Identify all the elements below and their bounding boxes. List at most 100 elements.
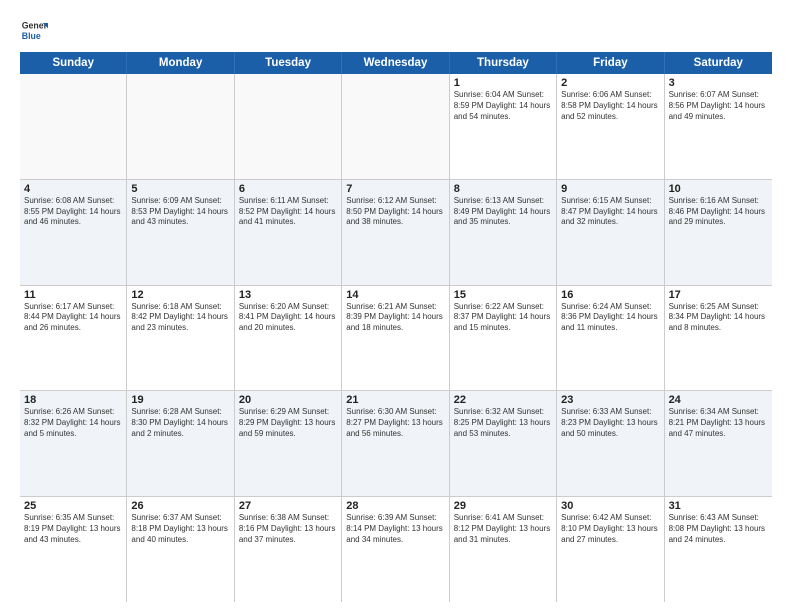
cal-cell: 14Sunrise: 6:21 AM Sunset: 8:39 PM Dayli… (342, 286, 449, 391)
cal-cell: 7Sunrise: 6:12 AM Sunset: 8:50 PM Daylig… (342, 180, 449, 285)
day-info: Sunrise: 6:04 AM Sunset: 8:59 PM Dayligh… (454, 90, 552, 122)
day-info: Sunrise: 6:30 AM Sunset: 8:27 PM Dayligh… (346, 407, 444, 439)
day-number: 25 (24, 500, 122, 512)
cal-cell: 18Sunrise: 6:26 AM Sunset: 8:32 PM Dayli… (20, 391, 127, 496)
day-info: Sunrise: 6:43 AM Sunset: 8:08 PM Dayligh… (669, 513, 768, 545)
cal-week-4: 18Sunrise: 6:26 AM Sunset: 8:32 PM Dayli… (20, 391, 772, 497)
day-info: Sunrise: 6:16 AM Sunset: 8:46 PM Dayligh… (669, 196, 768, 228)
header-day-wednesday: Wednesday (342, 52, 449, 74)
day-number: 28 (346, 500, 444, 512)
cal-cell: 9Sunrise: 6:15 AM Sunset: 8:47 PM Daylig… (557, 180, 664, 285)
day-number: 30 (561, 500, 659, 512)
day-info: Sunrise: 6:06 AM Sunset: 8:58 PM Dayligh… (561, 90, 659, 122)
cal-cell: 17Sunrise: 6:25 AM Sunset: 8:34 PM Dayli… (665, 286, 772, 391)
cal-cell: 12Sunrise: 6:18 AM Sunset: 8:42 PM Dayli… (127, 286, 234, 391)
day-number: 3 (669, 77, 768, 89)
day-number: 8 (454, 183, 552, 195)
page: General Blue SundayMondayTuesdayWednesda… (0, 0, 792, 612)
cal-cell: 11Sunrise: 6:17 AM Sunset: 8:44 PM Dayli… (20, 286, 127, 391)
cal-cell: 30Sunrise: 6:42 AM Sunset: 8:10 PM Dayli… (557, 497, 664, 602)
day-info: Sunrise: 6:33 AM Sunset: 8:23 PM Dayligh… (561, 407, 659, 439)
cal-cell: 22Sunrise: 6:32 AM Sunset: 8:25 PM Dayli… (450, 391, 557, 496)
svg-text:Blue: Blue (22, 31, 41, 41)
day-number: 20 (239, 394, 337, 406)
cal-cell: 31Sunrise: 6:43 AM Sunset: 8:08 PM Dayli… (665, 497, 772, 602)
day-info: Sunrise: 6:07 AM Sunset: 8:56 PM Dayligh… (669, 90, 768, 122)
day-number: 10 (669, 183, 768, 195)
cal-cell: 26Sunrise: 6:37 AM Sunset: 8:18 PM Dayli… (127, 497, 234, 602)
day-number: 31 (669, 500, 768, 512)
header-day-monday: Monday (127, 52, 234, 74)
day-number: 24 (669, 394, 768, 406)
header-day-friday: Friday (557, 52, 664, 74)
cal-cell: 10Sunrise: 6:16 AM Sunset: 8:46 PM Dayli… (665, 180, 772, 285)
day-number: 6 (239, 183, 337, 195)
cal-cell: 13Sunrise: 6:20 AM Sunset: 8:41 PM Dayli… (235, 286, 342, 391)
day-number: 27 (239, 500, 337, 512)
cal-week-2: 4Sunrise: 6:08 AM Sunset: 8:55 PM Daylig… (20, 180, 772, 286)
day-info: Sunrise: 6:42 AM Sunset: 8:10 PM Dayligh… (561, 513, 659, 545)
day-info: Sunrise: 6:41 AM Sunset: 8:12 PM Dayligh… (454, 513, 552, 545)
day-info: Sunrise: 6:13 AM Sunset: 8:49 PM Dayligh… (454, 196, 552, 228)
day-number: 17 (669, 289, 768, 301)
day-number: 22 (454, 394, 552, 406)
day-number: 21 (346, 394, 444, 406)
day-number: 29 (454, 500, 552, 512)
cal-cell: 20Sunrise: 6:29 AM Sunset: 8:29 PM Dayli… (235, 391, 342, 496)
cal-cell (235, 74, 342, 179)
header-day-sunday: Sunday (20, 52, 127, 74)
logo: General Blue (20, 16, 48, 44)
header-day-thursday: Thursday (450, 52, 557, 74)
cal-week-5: 25Sunrise: 6:35 AM Sunset: 8:19 PM Dayli… (20, 497, 772, 602)
calendar-header: SundayMondayTuesdayWednesdayThursdayFrid… (20, 52, 772, 74)
day-info: Sunrise: 6:34 AM Sunset: 8:21 PM Dayligh… (669, 407, 768, 439)
cal-cell: 5Sunrise: 6:09 AM Sunset: 8:53 PM Daylig… (127, 180, 234, 285)
day-info: Sunrise: 6:09 AM Sunset: 8:53 PM Dayligh… (131, 196, 229, 228)
cal-cell: 16Sunrise: 6:24 AM Sunset: 8:36 PM Dayli… (557, 286, 664, 391)
day-number: 19 (131, 394, 229, 406)
cal-cell: 21Sunrise: 6:30 AM Sunset: 8:27 PM Dayli… (342, 391, 449, 496)
day-number: 11 (24, 289, 122, 301)
header-day-tuesday: Tuesday (235, 52, 342, 74)
day-info: Sunrise: 6:29 AM Sunset: 8:29 PM Dayligh… (239, 407, 337, 439)
day-number: 9 (561, 183, 659, 195)
cal-cell: 15Sunrise: 6:22 AM Sunset: 8:37 PM Dayli… (450, 286, 557, 391)
cal-cell: 6Sunrise: 6:11 AM Sunset: 8:52 PM Daylig… (235, 180, 342, 285)
svg-text:General: General (22, 20, 48, 30)
cal-cell (127, 74, 234, 179)
header: General Blue (20, 16, 772, 44)
cal-cell: 25Sunrise: 6:35 AM Sunset: 8:19 PM Dayli… (20, 497, 127, 602)
day-info: Sunrise: 6:20 AM Sunset: 8:41 PM Dayligh… (239, 302, 337, 334)
day-info: Sunrise: 6:08 AM Sunset: 8:55 PM Dayligh… (24, 196, 122, 228)
day-info: Sunrise: 6:21 AM Sunset: 8:39 PM Dayligh… (346, 302, 444, 334)
day-info: Sunrise: 6:11 AM Sunset: 8:52 PM Dayligh… (239, 196, 337, 228)
cal-cell: 4Sunrise: 6:08 AM Sunset: 8:55 PM Daylig… (20, 180, 127, 285)
day-info: Sunrise: 6:25 AM Sunset: 8:34 PM Dayligh… (669, 302, 768, 334)
day-number: 18 (24, 394, 122, 406)
cal-cell (20, 74, 127, 179)
day-number: 13 (239, 289, 337, 301)
day-number: 5 (131, 183, 229, 195)
day-info: Sunrise: 6:18 AM Sunset: 8:42 PM Dayligh… (131, 302, 229, 334)
day-number: 12 (131, 289, 229, 301)
day-info: Sunrise: 6:22 AM Sunset: 8:37 PM Dayligh… (454, 302, 552, 334)
day-number: 26 (131, 500, 229, 512)
day-info: Sunrise: 6:38 AM Sunset: 8:16 PM Dayligh… (239, 513, 337, 545)
day-number: 23 (561, 394, 659, 406)
cal-cell: 1Sunrise: 6:04 AM Sunset: 8:59 PM Daylig… (450, 74, 557, 179)
day-info: Sunrise: 6:35 AM Sunset: 8:19 PM Dayligh… (24, 513, 122, 545)
cal-cell: 3Sunrise: 6:07 AM Sunset: 8:56 PM Daylig… (665, 74, 772, 179)
day-number: 14 (346, 289, 444, 301)
cal-cell: 28Sunrise: 6:39 AM Sunset: 8:14 PM Dayli… (342, 497, 449, 602)
day-info: Sunrise: 6:17 AM Sunset: 8:44 PM Dayligh… (24, 302, 122, 334)
day-info: Sunrise: 6:32 AM Sunset: 8:25 PM Dayligh… (454, 407, 552, 439)
day-info: Sunrise: 6:37 AM Sunset: 8:18 PM Dayligh… (131, 513, 229, 545)
header-day-saturday: Saturday (665, 52, 772, 74)
day-info: Sunrise: 6:26 AM Sunset: 8:32 PM Dayligh… (24, 407, 122, 439)
day-number: 4 (24, 183, 122, 195)
day-number: 15 (454, 289, 552, 301)
day-info: Sunrise: 6:24 AM Sunset: 8:36 PM Dayligh… (561, 302, 659, 334)
day-number: 16 (561, 289, 659, 301)
cal-cell (342, 74, 449, 179)
cal-cell: 19Sunrise: 6:28 AM Sunset: 8:30 PM Dayli… (127, 391, 234, 496)
